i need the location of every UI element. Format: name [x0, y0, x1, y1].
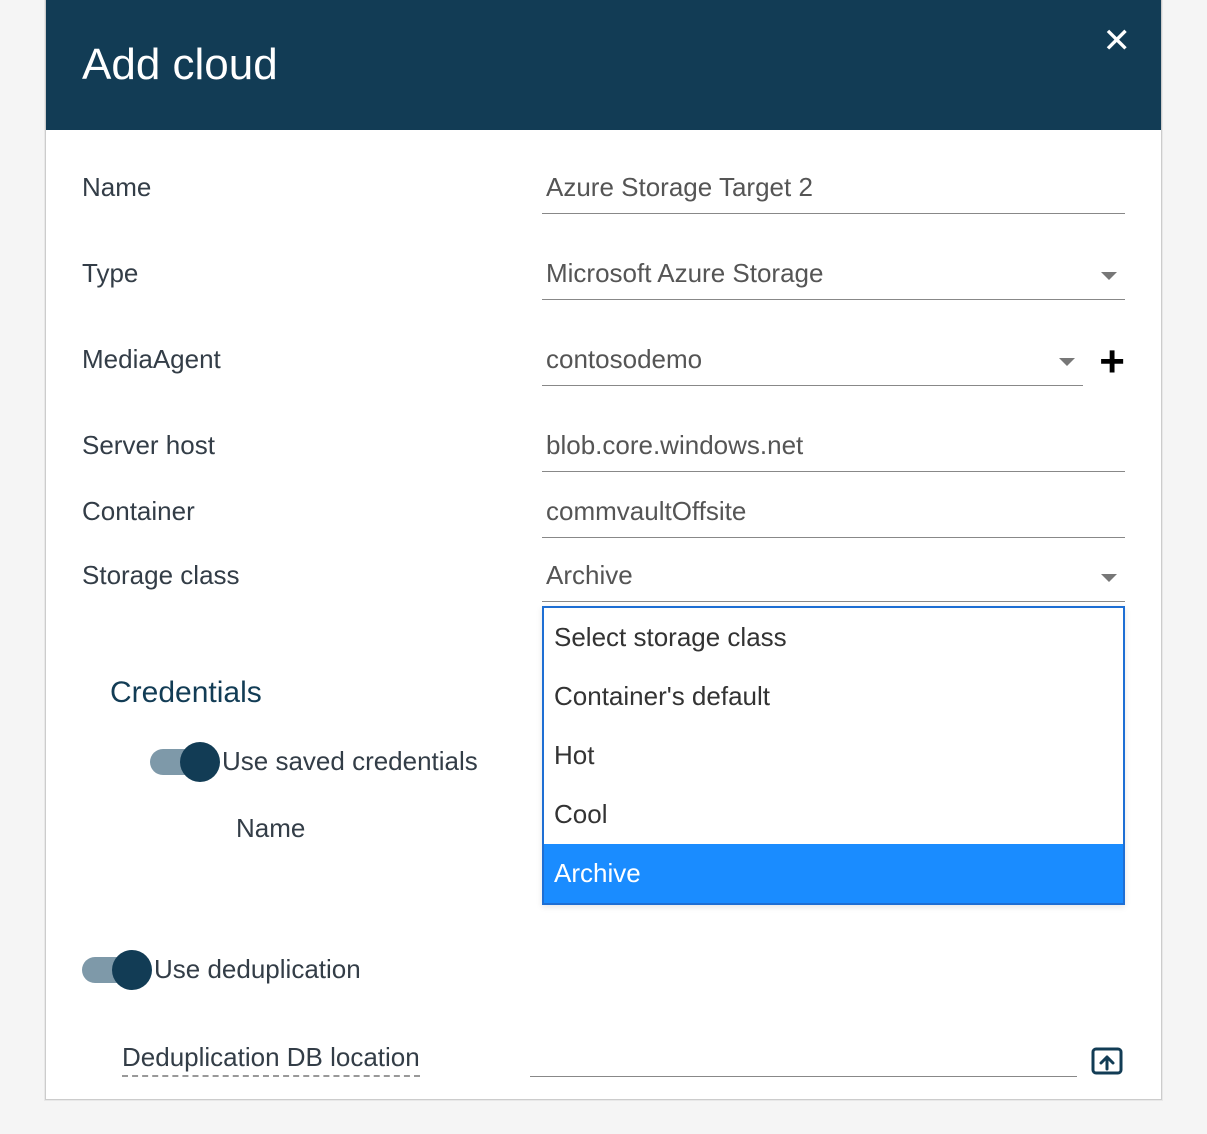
mediaagent-select[interactable]: contosodemo — [542, 338, 1083, 386]
dedup-db-label: Deduplication DB location — [122, 1042, 420, 1077]
label-mediaagent: MediaAgent — [82, 344, 542, 375]
use-saved-credentials-label: Use saved credentials — [222, 746, 478, 777]
storage-class-option[interactable]: Hot — [544, 726, 1123, 785]
name-input[interactable] — [542, 166, 1125, 214]
dedup-db-location-input[interactable] — [530, 1041, 1077, 1077]
add-cloud-modal: Add cloud ✕ Name Type Microsoft Azure St… — [45, 0, 1162, 1100]
close-icon[interactable]: ✕ — [1103, 24, 1132, 58]
label-type: Type — [82, 258, 542, 289]
use-deduplication-label: Use deduplication — [154, 954, 361, 985]
label-container: Container — [82, 496, 542, 527]
row-storage-class: Storage class Archive Select storage cla… — [82, 554, 1125, 602]
storage-class-select[interactable]: Archive Select storage classContainer's … — [542, 554, 1125, 602]
storage-class-option[interactable]: Container's default — [544, 667, 1123, 726]
modal-body: Name Type Microsoft Azure Storage MediaA… — [46, 130, 1161, 1077]
caret-down-icon — [1101, 574, 1117, 582]
container-input[interactable] — [542, 490, 1125, 538]
storage-class-select-value: Archive — [546, 560, 633, 590]
modal-header: Add cloud ✕ — [46, 0, 1161, 130]
row-name: Name — [82, 166, 1125, 214]
storage-class-option[interactable]: Archive — [544, 844, 1123, 903]
use-deduplication-toggle[interactable] — [82, 957, 146, 983]
storage-class-option[interactable]: Cool — [544, 785, 1123, 844]
add-mediaagent-button[interactable]: + — [1099, 340, 1125, 384]
caret-down-icon — [1101, 272, 1117, 280]
label-storage-class: Storage class — [82, 560, 542, 591]
server-host-input[interactable] — [542, 424, 1125, 472]
browse-icon[interactable] — [1089, 1041, 1125, 1077]
row-mediaagent: MediaAgent contosodemo + — [82, 338, 1125, 386]
caret-down-icon — [1059, 358, 1075, 366]
modal-title: Add cloud — [82, 40, 278, 90]
type-select[interactable]: Microsoft Azure Storage — [542, 252, 1125, 300]
toggle-knob — [112, 950, 152, 990]
row-server-host: Server host — [82, 424, 1125, 472]
toggle-knob — [180, 742, 220, 782]
label-name: Name — [82, 172, 542, 203]
row-type: Type Microsoft Azure Storage — [82, 252, 1125, 300]
storage-class-dropdown: Select storage classContainer's defaultH… — [542, 606, 1125, 905]
storage-class-option[interactable]: Select storage class — [544, 608, 1123, 667]
label-server-host: Server host — [82, 430, 542, 461]
type-select-value: Microsoft Azure Storage — [546, 258, 823, 288]
mediaagent-select-value: contosodemo — [546, 344, 702, 374]
use-deduplication-row: Use deduplication — [82, 954, 1125, 985]
row-container: Container — [82, 490, 1125, 538]
dedup-db-row: Deduplication DB location — [82, 1041, 1125, 1077]
use-saved-credentials-toggle[interactable] — [150, 749, 214, 775]
